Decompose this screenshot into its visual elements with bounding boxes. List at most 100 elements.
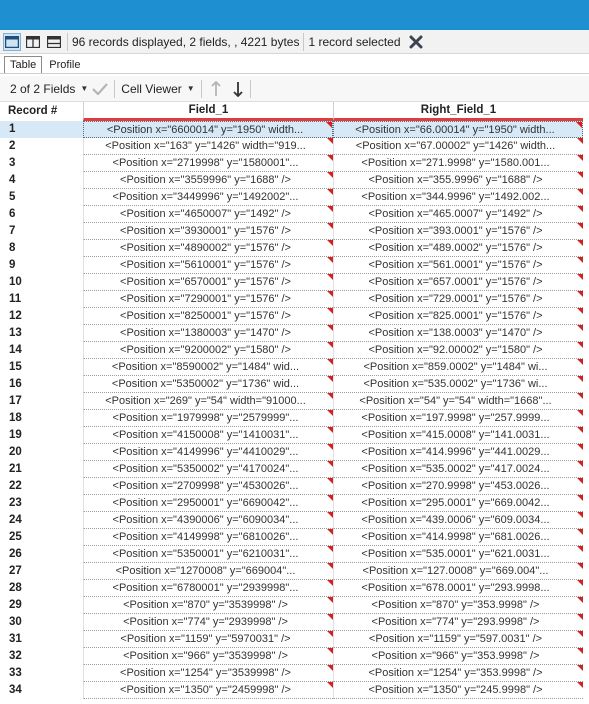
right-field-1-cell[interactable]: <Position x="966" y="353.9998" />: [333, 648, 583, 665]
field-1-cell[interactable]: <Position x="1270008" y="669004"...: [83, 563, 333, 580]
right-field-1-cell[interactable]: <Position x="415.0008" y="141.0031...: [333, 427, 583, 444]
field-1-cell[interactable]: <Position x="9200002" y="1580" />: [83, 342, 333, 359]
record-number-cell[interactable]: 27: [0, 563, 83, 580]
field-1-cell[interactable]: <Position x="6780001" y="2939998"...: [83, 580, 333, 597]
table-row[interactable]: 31 <Position x="1159" y="5970031" /> <Posi…: [0, 631, 589, 648]
table-row[interactable]: 25 <Position x="4149998" y="6810026"... <P…: [0, 529, 589, 546]
record-number-cell[interactable]: 21: [0, 461, 83, 478]
field-1-cell[interactable]: <Position x="870" y="3539998" />: [83, 597, 333, 614]
record-number-cell[interactable]: 5: [0, 189, 83, 206]
table-row[interactable]: 15 <Position x="8590002" y="1484" wid... <…: [0, 359, 589, 376]
right-field-1-cell[interactable]: <Position x="729.0001" y="1576" />: [333, 291, 583, 308]
record-number-cell[interactable]: 10: [0, 274, 83, 291]
field-1-cell[interactable]: <Position x="4149998" y="6810026"...: [83, 529, 333, 546]
record-number-cell[interactable]: 9: [0, 257, 83, 274]
record-number-cell[interactable]: 31: [0, 631, 83, 648]
arrow-down-icon[interactable]: [232, 81, 244, 97]
table-row[interactable]: 16 <Position x="5350002" y="1736" wid... <…: [0, 376, 589, 393]
table-row[interactable]: 3 <Position x="2719998" y="1580001"... <Po…: [0, 155, 589, 172]
table-row[interactable]: 12 <Position x="8250001" y="1576" /> <Posi…: [0, 308, 589, 325]
arrow-up-icon[interactable]: [210, 80, 222, 97]
record-number-cell[interactable]: 23: [0, 495, 83, 512]
table-row[interactable]: 6 <Position x="4650007" y="1492" /> <Posit…: [0, 206, 589, 223]
field-1-cell[interactable]: <Position x="3449996" y="1492002"...: [83, 189, 333, 206]
table-row[interactable]: 17 <Position x="269" y="54" width="91000.…: [0, 393, 589, 410]
right-field-1-cell[interactable]: <Position x="1350" y="245.9998" />: [333, 682, 583, 699]
field-1-cell[interactable]: <Position x="3930001" y="1576" />: [83, 223, 333, 240]
right-field-1-cell[interactable]: <Position x="414.9996" y="441.0029...: [333, 444, 583, 461]
field-1-cell[interactable]: <Position x="8590002" y="1484" wid...: [83, 359, 333, 376]
table-row[interactable]: 8 <Position x="4890002" y="1576" /> <Posit…: [0, 240, 589, 257]
record-number-cell[interactable]: 2: [0, 138, 83, 155]
record-number-cell[interactable]: 8: [0, 240, 83, 257]
record-number-cell[interactable]: 24: [0, 512, 83, 529]
field-1-cell[interactable]: <Position x="7290001" y="1576" />: [83, 291, 333, 308]
record-number-cell[interactable]: 18: [0, 410, 83, 427]
clear-selection-icon[interactable]: [407, 33, 425, 51]
field-1-cell[interactable]: <Position x="5350001" y="6210031"...: [83, 546, 333, 563]
field-1-cell[interactable]: <Position x="774" y="2939998" />: [83, 614, 333, 631]
table-row[interactable]: 27 <Position x="1270008" y="669004"... <Po…: [0, 563, 589, 580]
fields-dropdown[interactable]: 2 of 2 Fields ▼: [10, 82, 88, 96]
record-number-cell[interactable]: 33: [0, 665, 83, 682]
right-field-1-cell[interactable]: <Position x="535.0002" y="417.0024...: [333, 461, 583, 478]
field-1-cell[interactable]: <Position x="5350002" y="4170024"...: [83, 461, 333, 478]
record-number-cell[interactable]: 3: [0, 155, 83, 172]
record-number-cell[interactable]: 20: [0, 444, 83, 461]
column-header-field-1[interactable]: Field_1: [83, 102, 333, 121]
field-1-cell[interactable]: <Position x="1979998" y="2579999"...: [83, 410, 333, 427]
record-number-cell[interactable]: 13: [0, 325, 83, 342]
cell-viewer-dropdown[interactable]: Cell Viewer ▼: [121, 82, 194, 96]
field-1-cell[interactable]: <Position x="3559996" y="1688" />: [83, 172, 333, 189]
tab-profile[interactable]: Profile: [44, 57, 85, 73]
tab-table[interactable]: Table: [4, 56, 43, 73]
right-field-1-cell[interactable]: <Position x="561.0001" y="1576" />: [333, 257, 583, 274]
field-1-cell[interactable]: <Position x="966" y="3539998" />: [83, 648, 333, 665]
table-row[interactable]: 26 <Position x="5350001" y="6210031"... <P…: [0, 546, 589, 563]
field-1-cell[interactable]: <Position x="2950001" y="6690042"...: [83, 495, 333, 512]
right-field-1-cell[interactable]: <Position x="439.0006" y="609.0034...: [333, 512, 583, 529]
right-field-1-cell[interactable]: <Position x="535.0001" y="621.0031...: [333, 546, 583, 563]
record-number-cell[interactable]: 1: [0, 121, 83, 138]
field-1-cell[interactable]: <Position x="1159" y="5970031" />: [83, 631, 333, 648]
field-1-cell[interactable]: <Position x="5350002" y="1736" wid...: [83, 376, 333, 393]
record-number-cell[interactable]: 28: [0, 580, 83, 597]
field-1-cell[interactable]: <Position x="8250001" y="1576" />: [83, 308, 333, 325]
field-1-cell[interactable]: <Position x="2719998" y="1580001"...: [83, 155, 333, 172]
table-row[interactable]: 21 <Position x="5350002" y="4170024"... <P…: [0, 461, 589, 478]
field-1-cell[interactable]: <Position x="1350" y="2459998" />: [83, 682, 333, 699]
single-view-icon[interactable]: [3, 32, 21, 51]
right-field-1-cell[interactable]: <Position x="92.00002" y="1580" />: [333, 342, 583, 359]
table-row[interactable]: 11 <Position x="7290001" y="1576" /> <Posi…: [0, 291, 589, 308]
right-field-1-cell[interactable]: <Position x="657.0001" y="1576" />: [333, 274, 583, 291]
right-field-1-cell[interactable]: <Position x="414.9998" y="681.0026...: [333, 529, 583, 546]
field-1-cell[interactable]: <Position x="4390006" y="6090034"...: [83, 512, 333, 529]
record-number-cell[interactable]: 12: [0, 308, 83, 325]
table-row[interactable]: 30 <Position x="774" y="2939998" /> <Posit…: [0, 614, 589, 631]
column-header-right-field-1[interactable]: Right_Field_1: [333, 102, 583, 121]
record-number-cell[interactable]: 26: [0, 546, 83, 563]
right-field-1-cell[interactable]: <Position x="1254" y="353.9998" />: [333, 665, 583, 682]
record-number-cell[interactable]: 7: [0, 223, 83, 240]
right-field-1-cell[interactable]: <Position x="393.0001" y="1576" />: [333, 223, 583, 240]
record-number-cell[interactable]: 16: [0, 376, 83, 393]
right-field-1-cell[interactable]: <Position x="774" y="293.9998" />: [333, 614, 583, 631]
field-1-cell[interactable]: <Position x="6600014" y="1950" width...: [83, 121, 333, 138]
record-number-cell[interactable]: 32: [0, 648, 83, 665]
table-row[interactable]: 32 <Position x="966" y="3539998" /> <Posit…: [0, 648, 589, 665]
right-field-1-cell[interactable]: <Position x="66.00014" y="1950" width...: [333, 121, 583, 138]
field-1-cell[interactable]: <Position x="269" y="54" width="91000...: [83, 393, 333, 410]
field-1-cell[interactable]: <Position x="4150008" y="1410031"...: [83, 427, 333, 444]
record-number-cell[interactable]: 34: [0, 682, 83, 699]
table-row[interactable]: 1 <Position x="6600014" y="1950" width...…: [0, 121, 589, 138]
table-row[interactable]: 22 <Position x="2709998" y="4530026"... <P…: [0, 478, 589, 495]
right-field-1-cell[interactable]: <Position x="127.0008" y="669.004"...: [333, 563, 583, 580]
right-field-1-cell[interactable]: <Position x="54" y="54" width="1668"...: [333, 393, 583, 410]
record-number-cell[interactable]: 11: [0, 291, 83, 308]
right-field-1-cell[interactable]: <Position x="859.0002" y="1484" wi...: [333, 359, 583, 376]
record-number-cell[interactable]: 19: [0, 427, 83, 444]
record-number-cell[interactable]: 4: [0, 172, 83, 189]
split-vertical-view-icon[interactable]: [24, 33, 42, 51]
table-row[interactable]: 20 <Position x="4149996" y="4410029"... <P…: [0, 444, 589, 461]
split-horizontal-view-icon[interactable]: [45, 33, 63, 51]
